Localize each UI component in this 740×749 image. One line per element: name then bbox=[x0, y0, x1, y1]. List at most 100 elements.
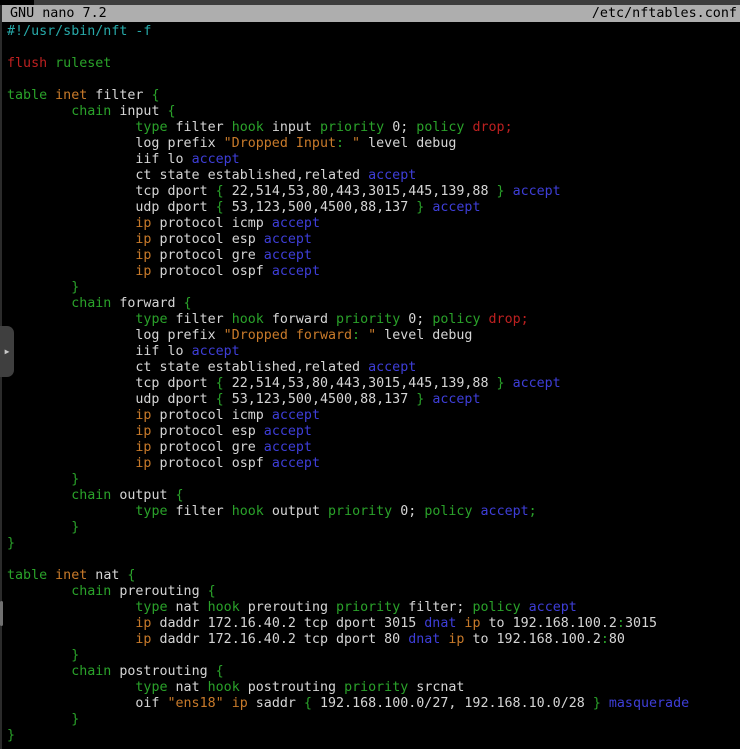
editor-area[interactable]: #!/usr/sbin/nft -f flush ruleset table i… bbox=[0, 22, 740, 749]
code-segment: } bbox=[71, 520, 79, 535]
code-line[interactable]: ip protocol gre accept bbox=[7, 248, 689, 264]
code-line[interactable]: } bbox=[7, 472, 689, 488]
code-line[interactable]: table inet nat { bbox=[7, 568, 689, 584]
code-segment: type bbox=[135, 600, 167, 615]
code-line[interactable]: chain output { bbox=[7, 488, 689, 504]
code-segment: drop; bbox=[489, 312, 529, 327]
code-segment: { bbox=[216, 184, 224, 199]
code-segment: 22,514,53,80,443,3015,445,139,88 bbox=[224, 184, 497, 199]
code-segment: ip bbox=[135, 424, 151, 439]
code-segment: ip bbox=[232, 696, 248, 711]
code-line[interactable]: ip protocol gre accept bbox=[7, 440, 689, 456]
code-segment: 0; bbox=[392, 504, 424, 519]
code-line[interactable] bbox=[7, 40, 689, 56]
code-segment: priority bbox=[336, 312, 400, 327]
code-line[interactable]: type filter hook output priority 0; poli… bbox=[7, 504, 689, 520]
code-line[interactable]: oif "ens18" ip saddr { 192.168.100.0/27,… bbox=[7, 696, 689, 712]
code-line[interactable]: ip daddr 172.16.40.2 tcp dport 80 dnat i… bbox=[7, 632, 689, 648]
code-segment: iif lo bbox=[7, 344, 192, 359]
code-line[interactable]: ip protocol icmp accept bbox=[7, 216, 689, 232]
code-line[interactable]: } bbox=[7, 520, 689, 536]
code-line[interactable]: type nat hook postrouting priority srcna… bbox=[7, 680, 689, 696]
code-line[interactable]: } bbox=[7, 536, 689, 552]
code-segment bbox=[7, 232, 135, 247]
code-line[interactable]: ip protocol icmp accept bbox=[7, 408, 689, 424]
code-line[interactable]: type filter hook forward priority 0; pol… bbox=[7, 312, 689, 328]
code-line[interactable]: } bbox=[7, 712, 689, 728]
code-line[interactable]: ct state established,related accept bbox=[7, 360, 689, 376]
chevron-right-icon: ▶ bbox=[5, 348, 10, 356]
code-segment: accept bbox=[192, 152, 240, 167]
code-segment: { bbox=[208, 584, 216, 599]
code-line[interactable]: chain postrouting { bbox=[7, 664, 689, 680]
code-segment bbox=[7, 312, 135, 327]
code-line[interactable]: iif lo accept bbox=[7, 152, 689, 168]
code-line[interactable]: udp dport { 53,123,500,4500,88,137 } acc… bbox=[7, 392, 689, 408]
code-line[interactable]: ip protocol ospf accept bbox=[7, 264, 689, 280]
code-segment: udp dport bbox=[7, 200, 216, 215]
code-line[interactable]: ip protocol esp accept bbox=[7, 232, 689, 248]
scrollbar-thumb[interactable] bbox=[0, 601, 3, 626]
code-segment: } bbox=[71, 712, 79, 727]
code-segment: nat bbox=[168, 680, 208, 695]
code-segment: ip bbox=[135, 248, 151, 263]
nano-titlebar: GNU nano 7.2 /etc/nftables.conf bbox=[0, 5, 740, 22]
code-line[interactable]: chain input { bbox=[7, 104, 689, 120]
left-edge-track bbox=[0, 5, 2, 749]
code-segment: protocol icmp bbox=[151, 216, 271, 231]
code-segment: { bbox=[127, 568, 135, 583]
code-segment bbox=[7, 104, 71, 119]
sidebar-pull-handle[interactable]: ▶ bbox=[0, 326, 14, 377]
code-segment: hook bbox=[208, 600, 240, 615]
code-segment: ip bbox=[135, 264, 151, 279]
code-line[interactable]: log prefix "Dropped forward: " level deb… bbox=[7, 328, 689, 344]
code-line[interactable]: tcp dport { 22,514,53,80,443,3015,445,13… bbox=[7, 184, 689, 200]
code-segment: "Dropped forward bbox=[224, 328, 352, 343]
code-line[interactable]: } bbox=[7, 280, 689, 296]
code-segment bbox=[7, 616, 135, 631]
code-segment: table bbox=[7, 88, 47, 103]
code-segment: level debug bbox=[360, 136, 456, 151]
code-segment: forward bbox=[111, 296, 183, 311]
code-line[interactable]: chain prerouting { bbox=[7, 584, 689, 600]
code-segment bbox=[7, 440, 135, 455]
code-line[interactable]: } bbox=[7, 648, 689, 664]
code-line[interactable]: } bbox=[7, 728, 689, 744]
code-segment: accept bbox=[264, 232, 312, 247]
code-segment: accept bbox=[272, 264, 320, 279]
code-segment: filter; bbox=[400, 600, 472, 615]
code-line[interactable] bbox=[7, 72, 689, 88]
code-segment: accept bbox=[368, 360, 416, 375]
code-segment: input bbox=[264, 120, 320, 135]
code-segment: nat bbox=[87, 568, 127, 583]
code-line[interactable]: type nat hook prerouting priority filter… bbox=[7, 600, 689, 616]
code-line[interactable]: table inet filter { bbox=[7, 88, 689, 104]
code-segment: hook bbox=[232, 312, 264, 327]
code-line[interactable]: ip daddr 172.16.40.2 tcp dport 3015 dnat… bbox=[7, 616, 689, 632]
code-line[interactable]: flush ruleset bbox=[7, 56, 689, 72]
code-segment: to 192.168.100.2 bbox=[480, 616, 616, 631]
code-segment: type bbox=[135, 680, 167, 695]
code-line[interactable]: type filter hook input priority 0; polic… bbox=[7, 120, 689, 136]
code-line[interactable]: udp dport { 53,123,500,4500,88,137 } acc… bbox=[7, 200, 689, 216]
code-line[interactable]: ip protocol esp accept bbox=[7, 424, 689, 440]
code-segment bbox=[505, 376, 513, 391]
code-line[interactable]: tcp dport { 22,514,53,80,443,3015,445,13… bbox=[7, 376, 689, 392]
code-line[interactable]: ip protocol ospf accept bbox=[7, 456, 689, 472]
code-line[interactable]: log prefix "Dropped Input: " level debug bbox=[7, 136, 689, 152]
code-segment: { bbox=[216, 392, 224, 407]
code-segment: { bbox=[184, 296, 192, 311]
code-line[interactable]: #!/usr/sbin/nft -f bbox=[7, 24, 689, 40]
code-line[interactable]: ct state established,related accept bbox=[7, 168, 689, 184]
app-version-label: GNU nano 7.2 bbox=[0, 5, 107, 22]
code-segment: protocol gre bbox=[151, 248, 263, 263]
code-line[interactable] bbox=[7, 552, 689, 568]
code-segment: accept bbox=[272, 216, 320, 231]
code-segment: prerouting bbox=[240, 600, 336, 615]
code-line[interactable]: iif lo accept bbox=[7, 344, 689, 360]
code-segment: 53,123,500,4500,88,137 bbox=[224, 200, 417, 215]
code-segment: : bbox=[601, 632, 609, 647]
code-line[interactable]: chain forward { bbox=[7, 296, 689, 312]
code-segment bbox=[7, 520, 71, 535]
code-segment: } bbox=[497, 184, 505, 199]
